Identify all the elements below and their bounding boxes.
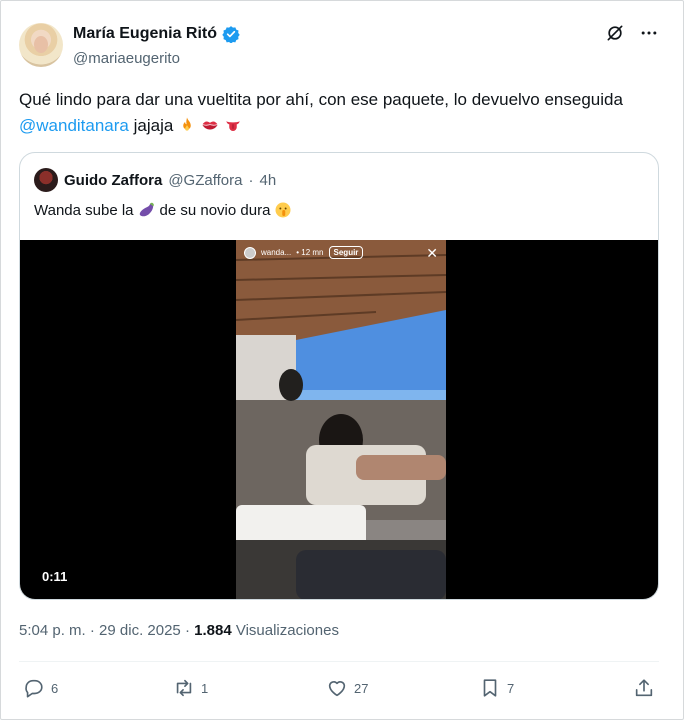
retweet-count: 1 (201, 680, 209, 696)
quoted-text-part1: Wanda sube la (34, 201, 134, 219)
action-bar: 6 1 27 7 (23, 677, 659, 705)
video-player[interactable]: wanda... • 12 mn Seguir ✕ 0:11 (20, 240, 658, 599)
quoted-text-part2: de su novio dura (159, 201, 271, 219)
video-still-image (236, 240, 446, 599)
fire-emoji-icon (183, 117, 191, 131)
story-top-bar: wanda... • 12 mn Seguir ✕ (244, 244, 438, 261)
quoted-separator: · (248, 171, 254, 189)
retweet-button[interactable]: 1 (173, 677, 208, 699)
header-icons (605, 23, 659, 43)
quoted-header: Guido Zaffora @GZaffora · 4h (34, 168, 276, 192)
story-avatar (244, 246, 256, 259)
tweet-date[interactable]: 29 dic. 2025 (99, 622, 181, 639)
tongue-emoji-icon (225, 121, 240, 131)
bookmark-button[interactable]: 7 (479, 677, 514, 699)
tweet-text-part1: Qué lindo para dar una vueltita por ahí,… (19, 90, 623, 109)
tweet-card: María Eugenia Ritó @mariaeugerito Qué li… (0, 0, 684, 720)
kiss-mark-emoji-icon (202, 121, 218, 130)
verified-badge-icon (222, 26, 240, 43)
story-follow-button: Seguir (328, 246, 364, 259)
video-duration: 0:11 (42, 569, 68, 584)
tweet-time[interactable]: 5:04 p. m. (19, 622, 86, 639)
meta-separator: · (180, 622, 195, 639)
views-count: 1.884 (194, 622, 232, 639)
quoted-handle[interactable]: @GZaffora (168, 172, 242, 189)
reply-button[interactable]: 6 (23, 677, 58, 699)
tweet-text: Qué lindo para dar una vueltita por ahí,… (19, 87, 659, 139)
reply-count: 6 (51, 680, 59, 696)
heart-icon (328, 681, 346, 697)
mention-link[interactable]: @wanditanara (19, 116, 129, 135)
views-label: Visualizaciones (231, 622, 339, 639)
bookmark-count: 7 (507, 680, 515, 696)
eggplant-emoji-icon (139, 202, 154, 217)
quoted-display-name[interactable]: Guido Zaffora (64, 172, 162, 189)
quoted-author-avatar[interactable] (34, 168, 58, 192)
author-display-name[interactable]: María Eugenia Ritó (73, 25, 217, 43)
reply-icon (25, 679, 43, 698)
tweet-text-part2: jajaja (128, 116, 174, 135)
like-button[interactable]: 27 (326, 677, 368, 699)
like-count: 27 (354, 680, 369, 696)
tweet-meta: 5:04 p. m. · 29 dic. 2025 · 1.884 Visual… (19, 622, 339, 639)
grok-icon[interactable] (605, 23, 625, 43)
more-options-icon[interactable] (639, 23, 659, 43)
retweet-icon (176, 679, 192, 697)
share-icon (635, 679, 653, 697)
quoted-time[interactable]: 4h (259, 172, 276, 189)
bookmark-icon (483, 679, 497, 697)
share-button[interactable] (633, 677, 655, 699)
story-close-icon: ✕ (426, 244, 438, 261)
tweet-header: María Eugenia Ritó @mariaeugerito (19, 21, 667, 71)
meta-separator: · (85, 622, 100, 639)
divider (19, 661, 659, 662)
quoted-text: Wanda sube la de su novio dura (34, 201, 292, 219)
quoted-tweet[interactable]: Guido Zaffora @GZaffora · 4h Wanda sube … (19, 152, 659, 600)
author-name-row: María Eugenia Ritó (73, 25, 240, 43)
video-frame: wanda... • 12 mn Seguir ✕ (236, 240, 446, 599)
shushing-face-emoji-icon (275, 202, 291, 218)
story-time: • 12 mn (296, 248, 324, 257)
story-user: wanda... (261, 248, 292, 257)
author-avatar[interactable] (19, 23, 63, 67)
author-handle[interactable]: @mariaeugerito (73, 50, 180, 67)
